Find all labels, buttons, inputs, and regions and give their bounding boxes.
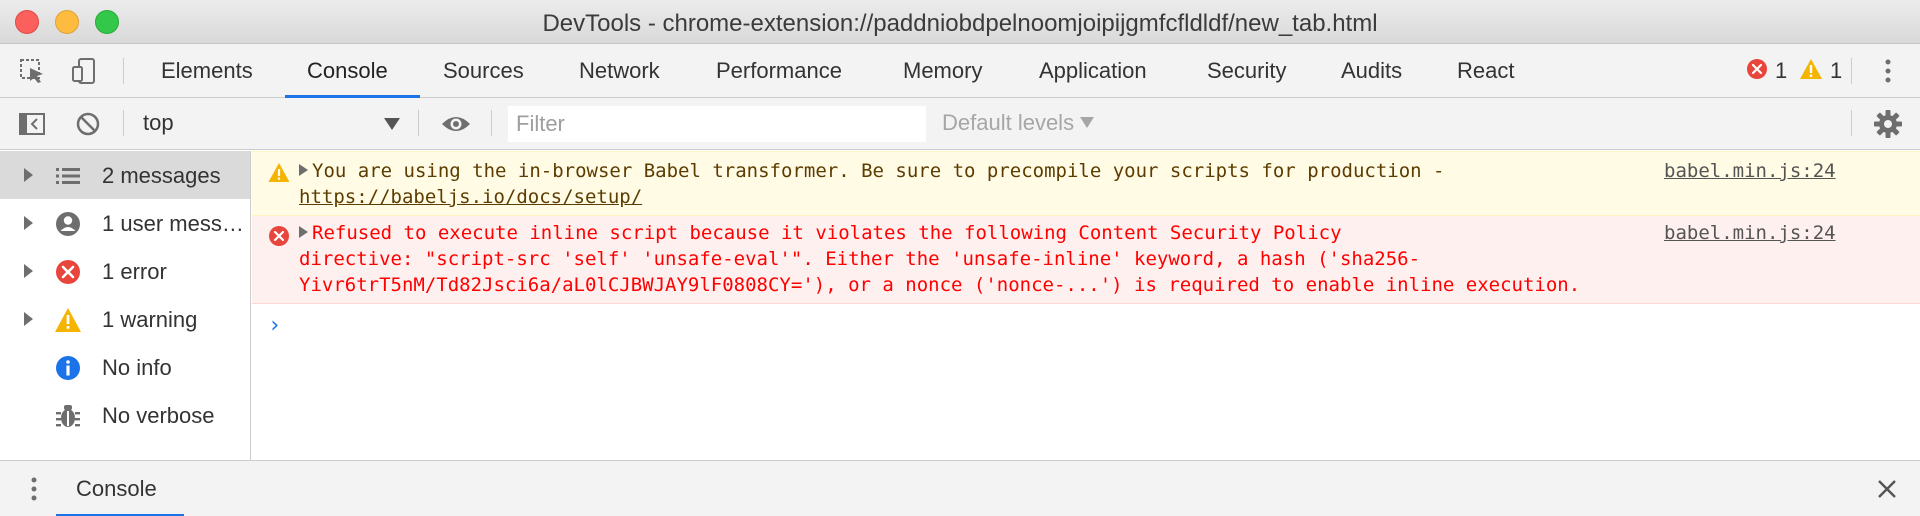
drawer-menu-icon[interactable] bbox=[20, 475, 48, 503]
sidebar-item-label: 2 messages bbox=[102, 163, 221, 188]
warning-icon bbox=[55, 308, 81, 332]
toolbar-divider bbox=[123, 58, 124, 84]
bug-icon bbox=[56, 405, 80, 427]
user-icon bbox=[56, 212, 80, 236]
sidebar-item-label: No info bbox=[102, 355, 172, 380]
more-options-icon[interactable] bbox=[1874, 57, 1902, 85]
expand-arrow-icon[interactable] bbox=[24, 312, 33, 326]
close-icon[interactable] bbox=[1875, 477, 1899, 501]
context-selector[interactable]: top bbox=[143, 110, 174, 136]
error-message-text: Yivr6trT5nM/Td82Jsci6a/aL0lCJBWJAY9lF080… bbox=[299, 274, 1581, 296]
error-message-text: directive: "script-src 'self' 'unsafe-ev… bbox=[299, 248, 1421, 270]
warning-source-link[interactable]: babel.min.js:24 bbox=[1664, 158, 1836, 184]
toolbar-divider bbox=[418, 110, 419, 136]
settings-gear-icon[interactable] bbox=[1873, 109, 1903, 139]
toolbar-divider bbox=[123, 110, 124, 136]
window-title: DevTools - chrome-extension://paddniobdp… bbox=[542, 10, 1378, 37]
sidebar-item-label: No verbose bbox=[102, 403, 215, 428]
tab-security[interactable]: Security bbox=[1207, 44, 1286, 98]
sidebar-item-errors[interactable]: 1 error bbox=[0, 247, 250, 295]
clear-console-icon[interactable] bbox=[74, 110, 102, 138]
tab-performance[interactable]: Performance bbox=[716, 44, 842, 98]
tab-react[interactable]: React bbox=[1457, 44, 1514, 98]
sidebar-toggle-icon[interactable] bbox=[18, 110, 46, 138]
device-toolbar-icon[interactable] bbox=[70, 57, 98, 85]
list-icon bbox=[56, 168, 80, 184]
drawer-tab-console[interactable]: Console bbox=[76, 476, 157, 502]
sidebar-item-label: 1 error bbox=[102, 259, 167, 284]
warning-count-icon[interactable] bbox=[1799, 58, 1823, 80]
toolbar-divider bbox=[1851, 110, 1852, 136]
expand-arrow-icon[interactable] bbox=[24, 168, 33, 182]
toolbar-divider bbox=[491, 110, 492, 136]
console-message-warning[interactable]: You are using the in-browser Babel trans… bbox=[252, 151, 1920, 216]
tab-console[interactable]: Console bbox=[307, 44, 388, 98]
console-messages: You are using the in-browser Babel trans… bbox=[252, 151, 1920, 460]
error-count-icon[interactable] bbox=[1746, 58, 1768, 80]
error-count[interactable]: 1 bbox=[1775, 57, 1787, 85]
toolbar-divider bbox=[1851, 58, 1852, 84]
expand-arrow-icon[interactable] bbox=[24, 264, 33, 278]
log-levels-label: Default levels bbox=[942, 110, 1075, 135]
expand-arrow-icon[interactable] bbox=[299, 226, 308, 238]
error-icon bbox=[56, 260, 80, 284]
filter-input[interactable] bbox=[508, 106, 926, 142]
console-toolbar: top Default levels bbox=[0, 98, 1920, 150]
error-icon bbox=[269, 226, 289, 246]
console-prompt[interactable]: › bbox=[268, 313, 281, 338]
sidebar-item-label: 1 user messages bbox=[102, 211, 248, 236]
expand-arrow-icon[interactable] bbox=[24, 216, 33, 230]
chevron-down-icon[interactable] bbox=[384, 118, 400, 130]
console-message-error[interactable]: Refused to execute inline script because… bbox=[252, 216, 1920, 304]
eye-icon[interactable] bbox=[440, 112, 472, 136]
sidebar-item-warnings[interactable]: 1 warning bbox=[0, 295, 250, 343]
bottom-drawer: Console bbox=[0, 460, 1920, 516]
log-levels-dropdown[interactable]: Default levels bbox=[942, 110, 1095, 136]
chevron-down-icon bbox=[1080, 117, 1095, 128]
warning-count[interactable]: 1 bbox=[1830, 57, 1842, 85]
devtools-tabbar: Elements Console Sources Network Perform… bbox=[0, 44, 1920, 98]
console-sidebar: 2 messages 1 user messages 1 error 1 war… bbox=[0, 151, 251, 460]
tab-network[interactable]: Network bbox=[579, 44, 660, 98]
sidebar-item-user-messages[interactable]: 1 user messages bbox=[0, 199, 250, 247]
error-message-text: Refused to execute inline script because… bbox=[312, 222, 1342, 244]
tab-memory[interactable]: Memory bbox=[903, 44, 982, 98]
window-titlebar: DevTools - chrome-extension://paddniobdp… bbox=[0, 0, 1920, 44]
info-icon bbox=[56, 356, 80, 380]
tab-audits[interactable]: Audits bbox=[1341, 44, 1402, 98]
sidebar-item-info[interactable]: No info bbox=[0, 343, 250, 391]
expand-arrow-icon[interactable] bbox=[299, 164, 308, 176]
tab-application[interactable]: Application bbox=[1039, 44, 1147, 98]
sidebar-item-messages[interactable]: 2 messages bbox=[0, 151, 250, 199]
sidebar-item-label: 1 warning bbox=[102, 307, 198, 332]
inspect-element-icon[interactable] bbox=[18, 57, 46, 85]
sidebar-item-verbose[interactable]: No verbose bbox=[0, 391, 250, 439]
error-source-link[interactable]: babel.min.js:24 bbox=[1664, 220, 1836, 246]
babel-docs-link[interactable]: https://babeljs.io/docs/setup/ bbox=[299, 184, 642, 210]
tab-elements[interactable]: Elements bbox=[161, 44, 253, 98]
warning-icon bbox=[268, 163, 290, 182]
warning-message-text: You are using the in-browser Babel trans… bbox=[312, 160, 1445, 182]
tab-sources[interactable]: Sources bbox=[443, 44, 524, 98]
